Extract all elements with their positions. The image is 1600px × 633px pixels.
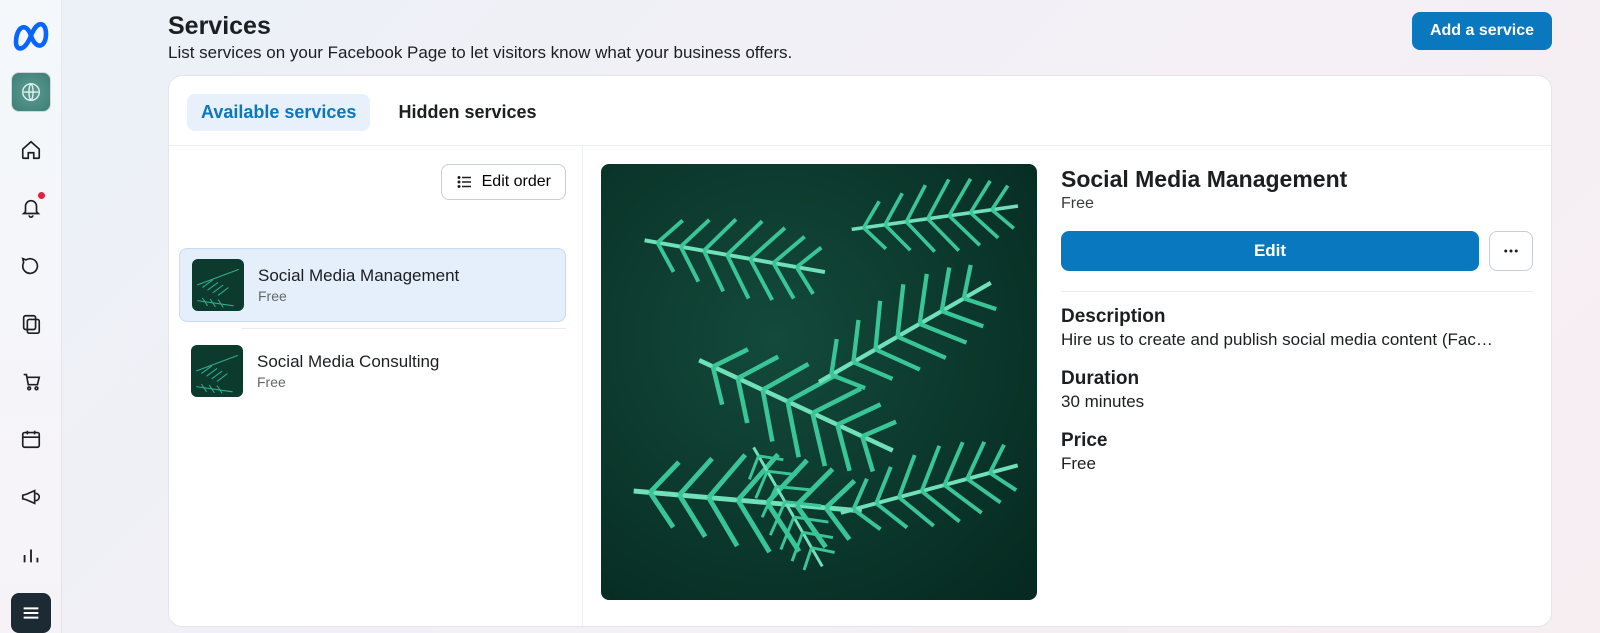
add-service-button[interactable]: Add a service <box>1412 12 1552 50</box>
menu-icon[interactable] <box>11 593 51 633</box>
price-label: Price <box>1061 430 1533 452</box>
edit-order-button[interactable]: Edit order <box>441 164 566 200</box>
chart-icon[interactable] <box>11 535 51 575</box>
service-thumbnail <box>191 345 243 397</box>
duration-label: Duration <box>1061 368 1533 390</box>
service-title: Social Media Consulting <box>257 352 439 372</box>
service-thumbnail <box>192 259 244 311</box>
page-title: Services <box>168 12 792 41</box>
notification-dot <box>38 192 45 199</box>
list-item[interactable]: Social Media Consulting Free <box>179 335 566 407</box>
home-icon[interactable] <box>11 130 51 170</box>
edit-button[interactable]: Edit <box>1061 231 1479 271</box>
bell-icon[interactable] <box>11 188 51 228</box>
list-item[interactable]: Social Media Management Free <box>179 248 566 322</box>
duration-text: 30 minutes <box>1061 392 1501 412</box>
page-avatar[interactable] <box>11 72 51 112</box>
tab-hidden[interactable]: Hidden services <box>384 94 550 131</box>
more-button[interactable] <box>1489 231 1533 271</box>
chat-icon[interactable] <box>11 246 51 286</box>
service-price: Free <box>258 288 459 304</box>
detail-title: Social Media Management <box>1061 166 1533 193</box>
detail-subtitle: Free <box>1061 195 1533 213</box>
description-label: Description <box>1061 306 1533 328</box>
list-icon <box>456 173 474 191</box>
cart-icon[interactable] <box>11 362 51 402</box>
meta-logo-icon[interactable] <box>11 14 51 54</box>
page-subtitle: List services on your Facebook Page to l… <box>168 43 792 63</box>
service-preview-image <box>601 164 1037 600</box>
ellipsis-icon <box>1502 242 1520 260</box>
description-text: Hire us to create and publish social med… <box>1061 330 1501 350</box>
price-text: Free <box>1061 454 1501 474</box>
megaphone-icon[interactable] <box>11 477 51 517</box>
service-title: Social Media Management <box>258 266 459 286</box>
pages-icon[interactable] <box>11 304 51 344</box>
services-panel: Available services Hidden services Edit … <box>168 75 1552 627</box>
edit-order-label: Edit order <box>482 173 551 191</box>
tab-available[interactable]: Available services <box>187 94 370 131</box>
service-price: Free <box>257 374 439 390</box>
calendar-icon[interactable] <box>11 419 51 459</box>
